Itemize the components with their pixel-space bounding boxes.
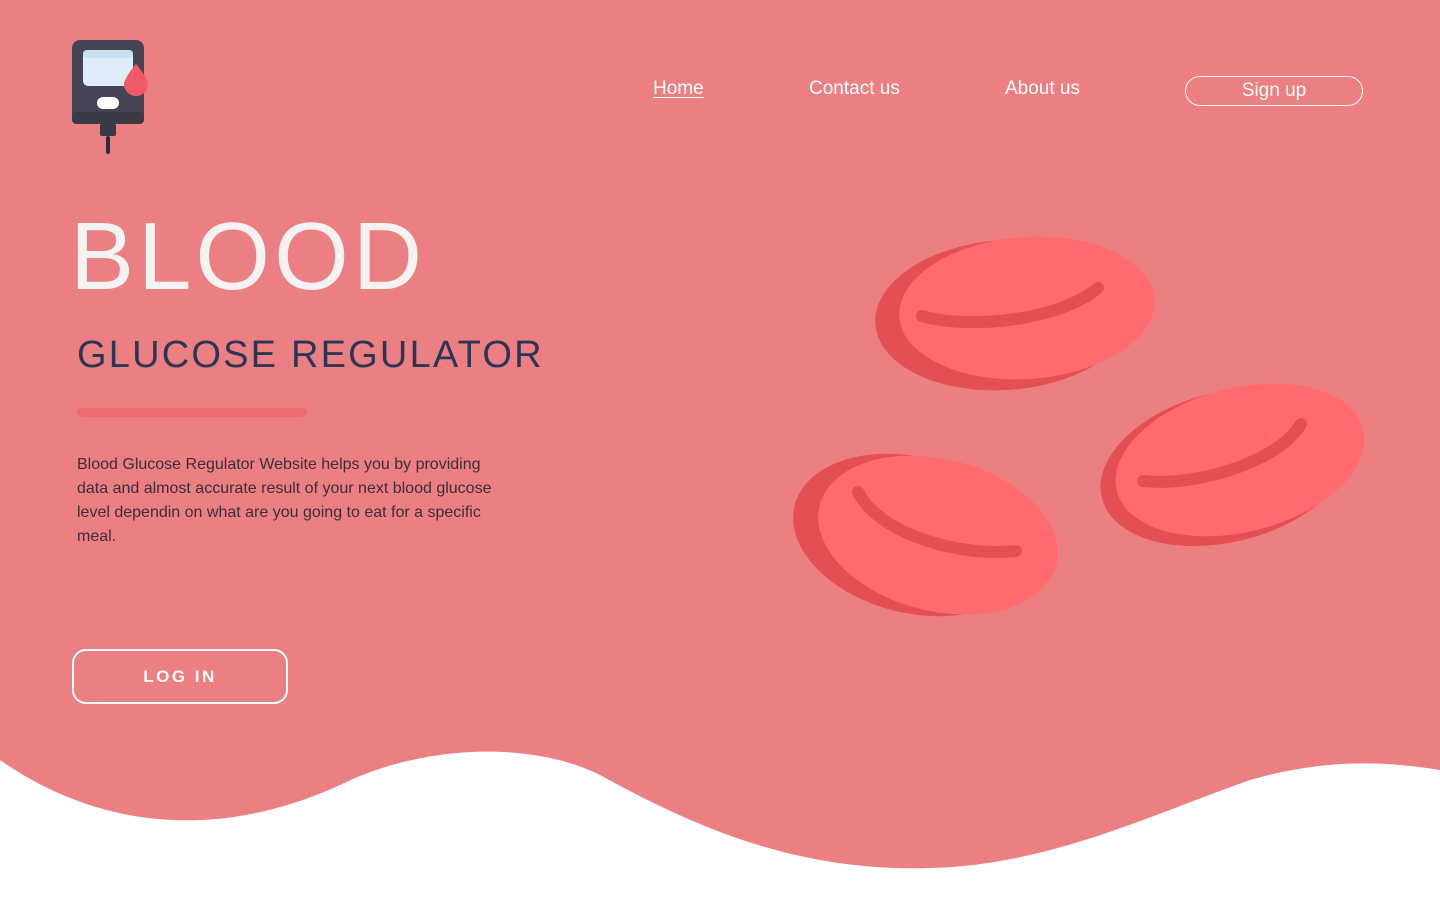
glucose-meter-icon (72, 40, 148, 154)
blood-cell-right (1100, 383, 1365, 547)
hero-subtitle: GLUCOSE REGULATOR (77, 334, 544, 376)
hero-description: Blood Glucose Regulator Website helps yo… (77, 456, 492, 545)
hero-title: BLOOD (70, 203, 427, 310)
login-button[interactable]: LOG IN (72, 649, 288, 704)
nav-link-about[interactable]: About us (1005, 78, 1080, 100)
red-blood-cells-illustration (793, 236, 1365, 617)
blood-cell-top (875, 236, 1155, 391)
title-divider (77, 408, 307, 417)
signup-button[interactable]: Sign up (1185, 76, 1363, 106)
nav-link-contact[interactable]: Contact us (809, 78, 900, 100)
nav-link-home[interactable]: Home (653, 78, 704, 100)
blood-cell-left (793, 453, 1058, 617)
